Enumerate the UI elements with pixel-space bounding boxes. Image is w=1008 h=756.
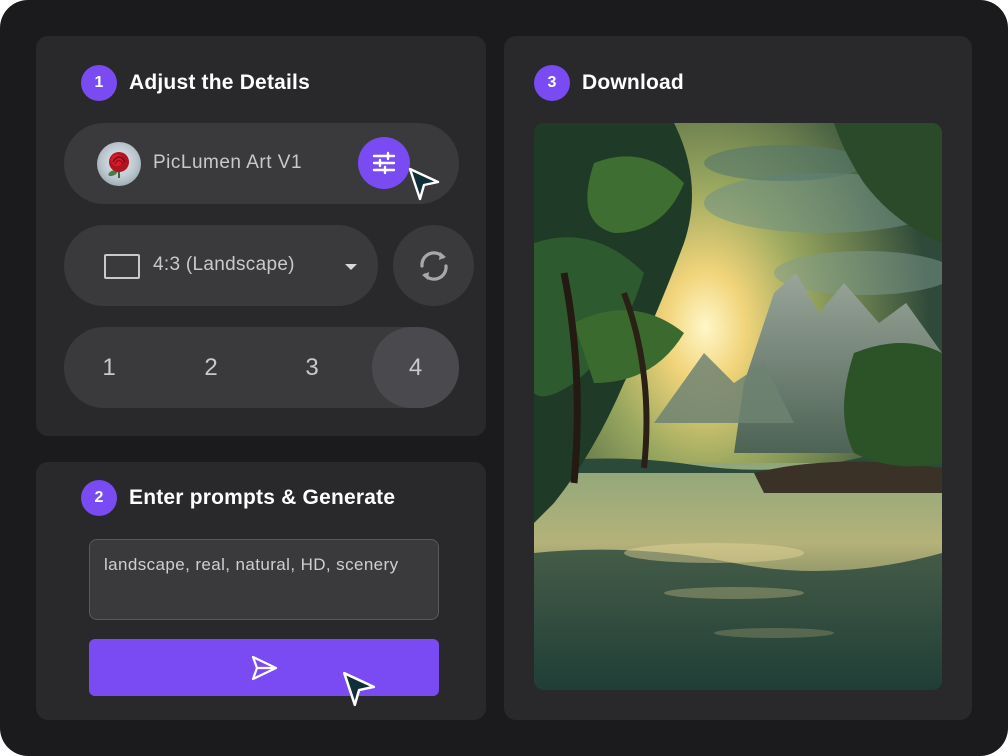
- refresh-button[interactable]: [393, 225, 474, 306]
- sliders-icon: [372, 151, 396, 175]
- send-icon: [251, 655, 278, 680]
- generate-button[interactable]: [89, 639, 439, 696]
- step-number-badge: 3: [534, 65, 570, 101]
- image-count-selector: 1 2 3 4: [64, 327, 459, 408]
- mouse-cursor-icon: [408, 167, 440, 201]
- prompt-panel: 2 Enter prompts & Generate landscape, re…: [36, 462, 486, 720]
- rose-avatar-icon: [97, 142, 141, 186]
- app-frame: 1 Adjust the Details PicLumen Art V1 4:3…: [0, 0, 1008, 756]
- count-option-4[interactable]: 4: [372, 327, 459, 408]
- aspect-ratio-icon: [104, 254, 140, 279]
- mouse-cursor-icon: [343, 671, 376, 707]
- step-title: Adjust the Details: [129, 71, 310, 94]
- count-option-1[interactable]: 1: [64, 327, 154, 408]
- step-3-header: 3 Download: [534, 65, 684, 101]
- model-settings-button[interactable]: [358, 137, 410, 189]
- count-option-3[interactable]: 3: [267, 327, 357, 408]
- adjust-details-panel: 1 Adjust the Details PicLumen Art V1 4:3…: [36, 36, 486, 436]
- model-selector[interactable]: PicLumen Art V1: [64, 123, 459, 204]
- step-title: Enter prompts & Generate: [129, 486, 396, 509]
- aspect-ratio-value: 4:3 (Landscape): [153, 254, 295, 275]
- step-2-header: 2 Enter prompts & Generate: [81, 480, 395, 516]
- step-title: Download: [582, 71, 684, 94]
- chevron-down-icon: [345, 264, 357, 270]
- refresh-icon: [419, 250, 448, 281]
- count-option-2[interactable]: 2: [166, 327, 256, 408]
- aspect-ratio-dropdown[interactable]: 4:3 (Landscape): [64, 225, 378, 306]
- download-panel: 3 Download: [504, 36, 972, 720]
- step-number-badge: 2: [81, 480, 117, 516]
- generated-image[interactable]: [534, 123, 942, 690]
- step-1-header: 1 Adjust the Details: [81, 65, 310, 101]
- prompt-input[interactable]: landscape, real, natural, HD, scenery: [89, 539, 439, 620]
- model-name: PicLumen Art V1: [153, 152, 303, 173]
- step-number-badge: 1: [81, 65, 117, 101]
